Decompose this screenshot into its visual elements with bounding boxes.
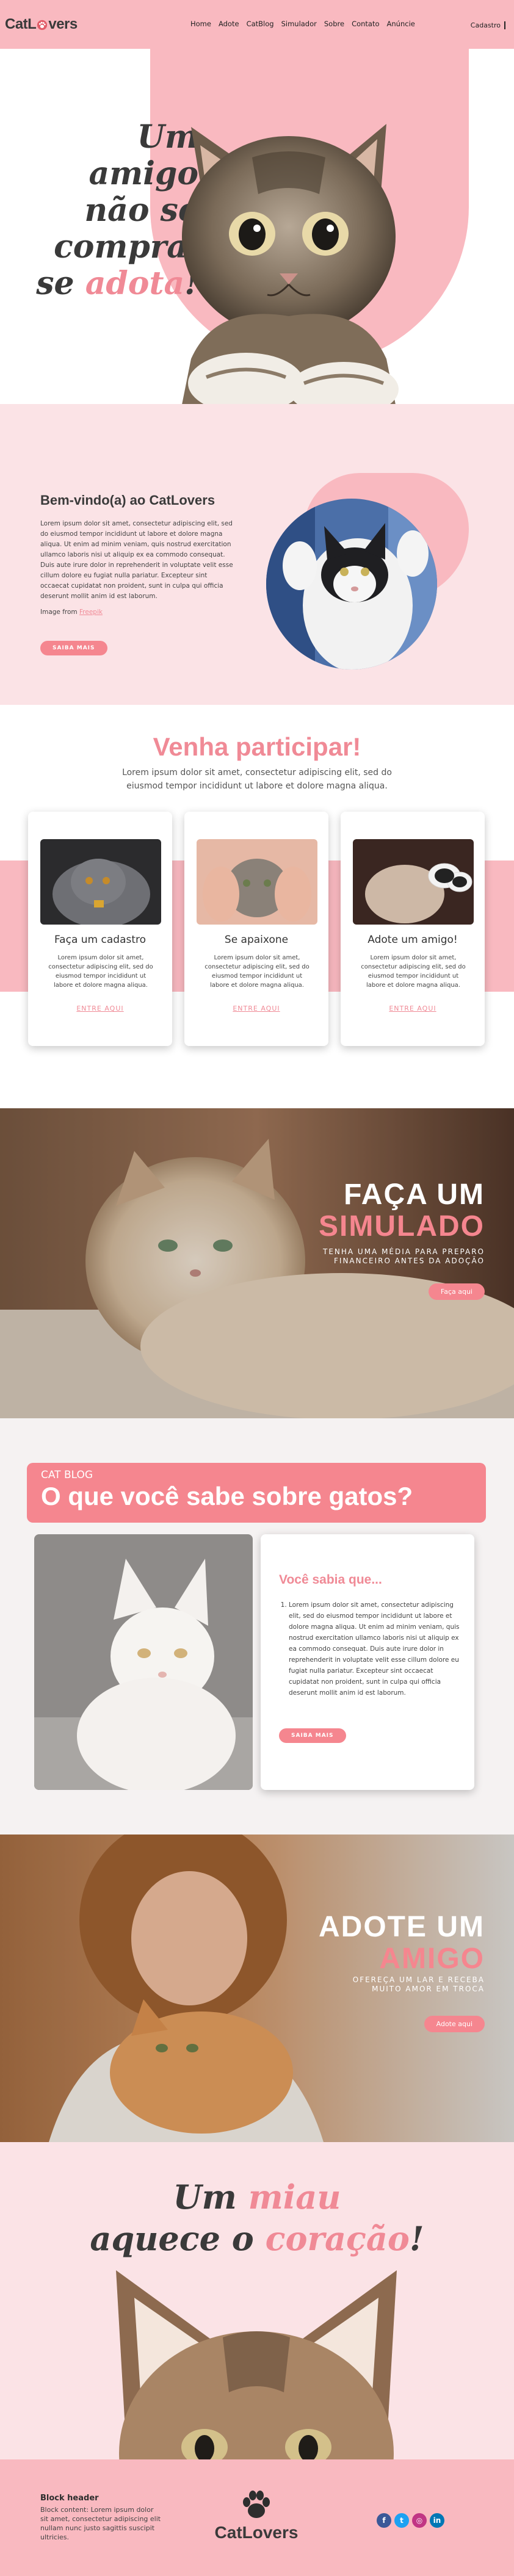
participate-title: Venha participar! bbox=[153, 732, 361, 761]
card-adopt: Adote um amigo! Lorem ipsum dolor sit am… bbox=[341, 812, 485, 1046]
adopt-section: ADOTE UM AMIGO Ofereça um lar e receba m… bbox=[0, 1835, 514, 2142]
card-fall-in-love: Se apaixone Lorem ipsum dolor sit amet, … bbox=[184, 812, 328, 1046]
welcome-more-button[interactable]: Saiba mais bbox=[40, 641, 107, 655]
twitter-icon[interactable]: t bbox=[394, 2513, 409, 2528]
main-menu: Home Adote CatBlog Simulador Sobre Conta… bbox=[190, 20, 415, 28]
simulate-subtitle: Tenha uma média para preparo financeiro … bbox=[322, 1247, 485, 1265]
adopt-subtitle: Ofereça um lar e receba muito amor em tr… bbox=[352, 1975, 485, 1993]
card-adopt-image bbox=[353, 839, 474, 925]
paw-icon bbox=[37, 20, 48, 31]
meow-section: Um miau aquece o coração! bbox=[0, 2142, 514, 2459]
footer-logo-text: CatLovers bbox=[214, 2523, 299, 2542]
kitten-image bbox=[116, 2270, 397, 2459]
participate-subtitle: Lorem ipsum dolor sit amet, consectetur … bbox=[122, 768, 392, 791]
blog-title: O que você sabe sobre gatos? bbox=[41, 1482, 413, 1510]
signup-link[interactable]: Cadastro bbox=[471, 21, 505, 29]
blog-card-list: Lorem ipsum dolor sit amet, consectetur … bbox=[289, 1600, 463, 1698]
card-adopt-text: Lorem ipsum dolor sit amet, consectetur … bbox=[361, 954, 466, 989]
linkedin-icon[interactable]: in bbox=[430, 2513, 444, 2528]
card-adopt-title: Adote um amigo! bbox=[367, 934, 458, 946]
menu-simulador[interactable]: Simulador bbox=[281, 20, 317, 28]
menu-contato[interactable]: Contato bbox=[352, 20, 379, 28]
hero-section: Um amigo não se compra, se adota! bbox=[0, 49, 514, 404]
site-logo[interactable]: CatL vers bbox=[5, 16, 78, 33]
card-fall-in-love-link[interactable]: ENTRE AQUI bbox=[184, 1005, 328, 1012]
facebook-icon[interactable]: f bbox=[377, 2513, 391, 2528]
card-fall-in-love-title: Se apaixone bbox=[224, 934, 289, 946]
simulate-title: FAÇA UM SIMULADO bbox=[319, 1178, 485, 1243]
card-fall-in-love-image bbox=[197, 839, 317, 925]
social-links: f t ◎ in bbox=[377, 2513, 444, 2528]
card-adopt-link[interactable]: ENTRE AQUI bbox=[341, 1005, 485, 1012]
list-item: Lorem ipsum dolor sit amet, consectetur … bbox=[289, 1600, 463, 1698]
adopt-title: ADOTE UM AMIGO bbox=[319, 1911, 485, 1975]
card-signup-text: Lorem ipsum dolor sit amet, consectetur … bbox=[48, 954, 153, 989]
blog-cat-image bbox=[34, 1534, 253, 1790]
card-signup-link[interactable]: ENTRE AQUI bbox=[28, 1005, 172, 1012]
blog-header: CAT BLOG O que você sabe sobre gatos? bbox=[27, 1463, 486, 1523]
participate-section: Venha participar! Lorem ipsum dolor sit … bbox=[0, 705, 514, 1108]
menu-catblog[interactable]: CatBlog bbox=[247, 20, 274, 28]
blog-section: CAT BLOG O que você sabe sobre gatos? Vo… bbox=[0, 1418, 514, 1835]
footer-logo[interactable]: CatLovers bbox=[208, 2490, 305, 2542]
paw-icon bbox=[243, 2491, 270, 2518]
freepik-link[interactable]: Freepik bbox=[79, 608, 103, 616]
card-fall-in-love-text: Lorem ipsum dolor sit amet, consectetur … bbox=[205, 954, 309, 989]
card-signup-image bbox=[40, 839, 161, 925]
blog-more-button[interactable]: Saiba mais bbox=[279, 1728, 346, 1743]
instagram-icon[interactable]: ◎ bbox=[412, 2513, 427, 2528]
adopt-button[interactable]: Adote aqui bbox=[424, 2016, 485, 2032]
blog-tag: CAT BLOG bbox=[41, 1469, 93, 1481]
card-signup: Faça um cadastro Lorem ipsum dolor sit a… bbox=[28, 812, 172, 1046]
top-nav: CatL vers Home Adote CatBlog Simulador S… bbox=[0, 0, 514, 49]
image-credit: Image from Freepik bbox=[40, 608, 103, 616]
welcome-section: Bem-vindo(a) ao CatLovers Lorem ipsum do… bbox=[0, 404, 514, 705]
blog-card-title: Você sabia que... bbox=[279, 1573, 382, 1587]
menu-sobre[interactable]: Sobre bbox=[324, 20, 344, 28]
welcome-title: Bem-vindo(a) ao CatLovers bbox=[40, 492, 215, 508]
welcome-cat-image bbox=[266, 499, 437, 669]
simulate-button[interactable]: Faça aqui bbox=[428, 1283, 485, 1300]
menu-adote[interactable]: Adote bbox=[219, 20, 239, 28]
menu-home[interactable]: Home bbox=[190, 20, 211, 28]
blog-card: Você sabia que... Lorem ipsum dolor sit … bbox=[261, 1534, 474, 1790]
simulate-section: FAÇA UM SIMULADO Tenha uma média para pr… bbox=[0, 1108, 514, 1418]
card-signup-title: Faça um cadastro bbox=[54, 934, 147, 946]
site-footer: Block header Block content: Lorem ipsum … bbox=[0, 2459, 514, 2576]
menu-anuncie[interactable]: Anúncie bbox=[387, 20, 415, 28]
footer-block-content: Block content: Lorem ipsum dolor sit ame… bbox=[40, 2506, 161, 2541]
meow-title: Um miau aquece o coração! bbox=[90, 2177, 424, 2258]
footer-block-header: Block header bbox=[40, 2494, 99, 2503]
welcome-body: Lorem ipsum dolor sit amet, consectetur … bbox=[40, 520, 233, 600]
hero-cat-image bbox=[182, 124, 399, 404]
